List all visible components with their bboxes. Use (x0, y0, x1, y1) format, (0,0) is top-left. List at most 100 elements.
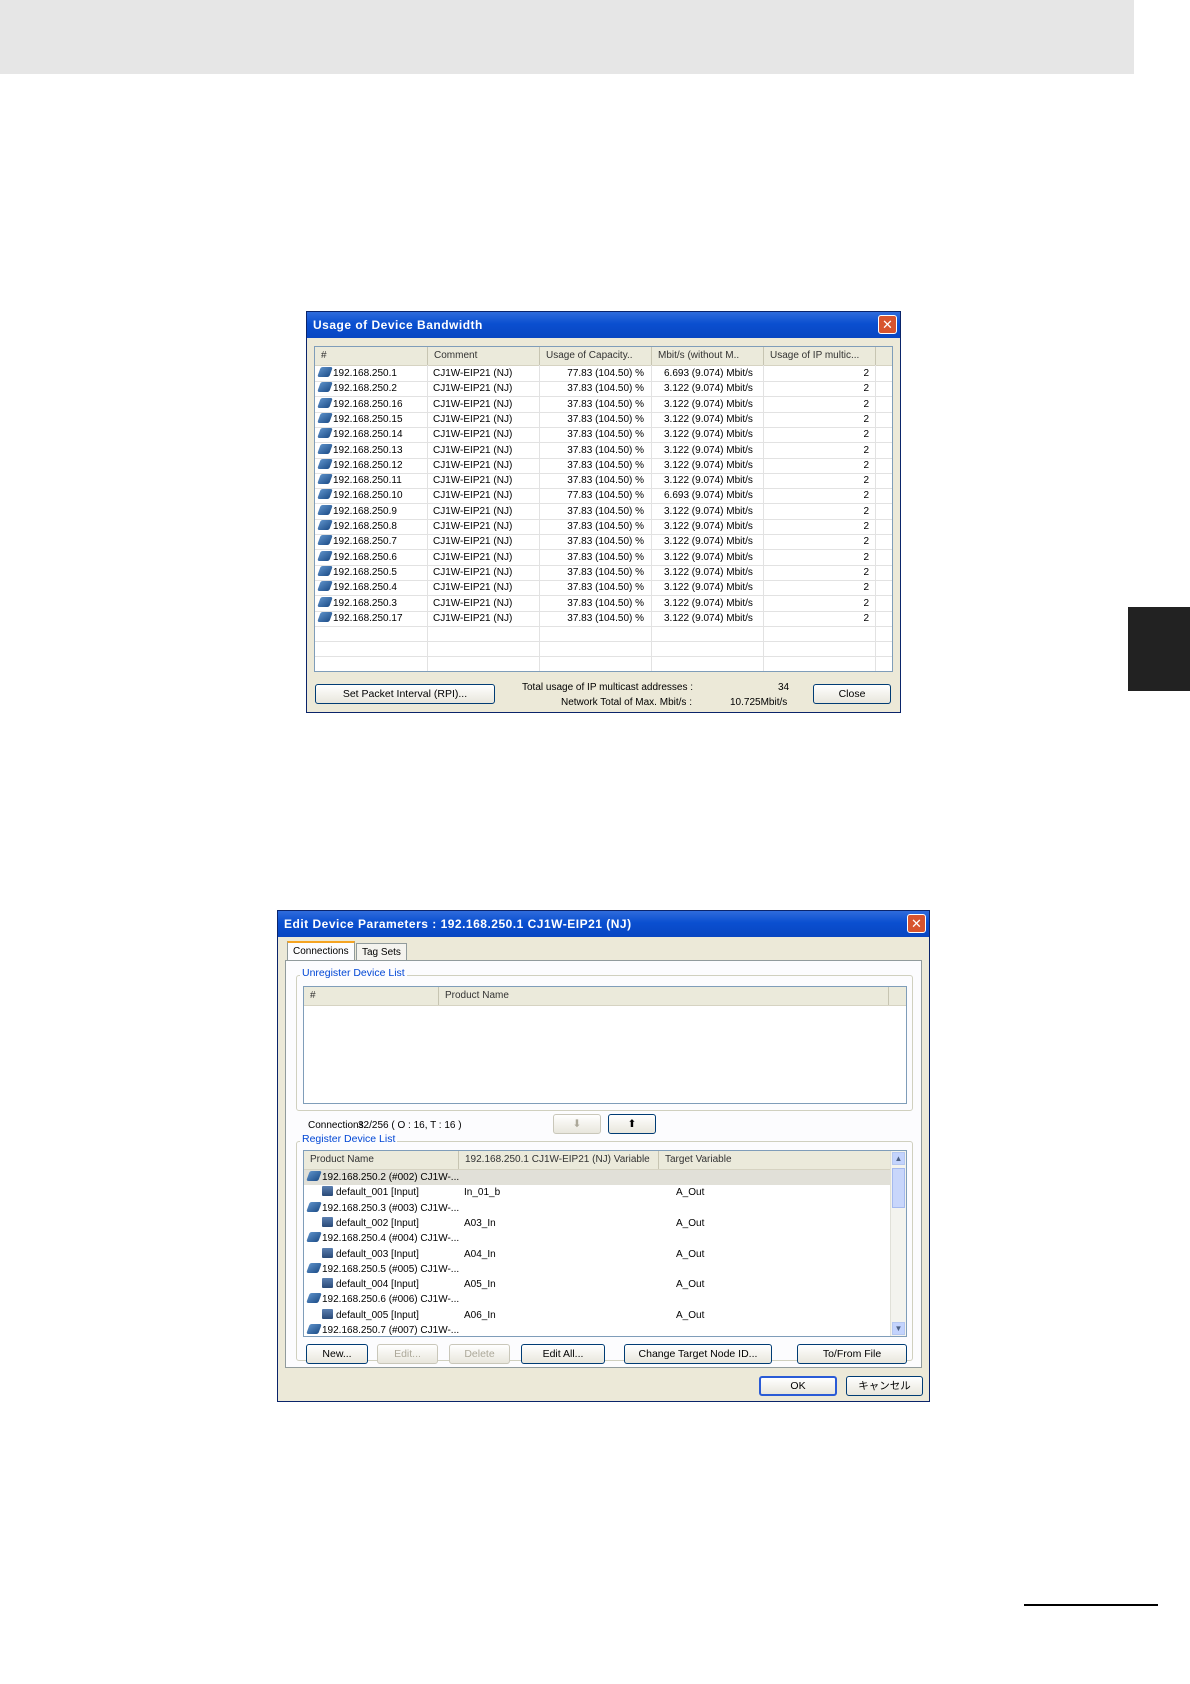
multicast-cell: 2 (863, 521, 869, 532)
col-number[interactable]: # (304, 987, 439, 1005)
tab-connections[interactable]: Connections (287, 941, 355, 961)
footer-rule (1024, 1604, 1158, 1606)
product-name-cell: 192.168.250.4 (#004) CJ1W-... (322, 1233, 460, 1245)
usage-cell: 37.83 (104.50) % (567, 398, 644, 410)
device-row[interactable]: 192.168.250.7 (#007) CJ1W-... (304, 1323, 890, 1336)
new-button[interactable]: New... (306, 1344, 368, 1364)
comment-cell: CJ1W-EIP21 (NJ) (433, 368, 513, 379)
usage-cell: 37.83 (104.50) % (567, 582, 644, 594)
tag-set-row[interactable]: default_002 [Input] A03_In A_Out (304, 1216, 890, 1231)
comment-cell: CJ1W-EIP21 (NJ) (433, 521, 513, 532)
table-row[interactable]: 192.168.250.16 CJ1W-EIP21 (NJ) 37.83 (104.… (315, 397, 892, 413)
usage-cell: 37.83 (104.50) % (567, 429, 644, 441)
device-icon (317, 520, 333, 530)
edit-device-dialog: Edit Device Parameters : 192.168.250.1 C… (277, 910, 930, 1402)
close-icon[interactable]: ✕ (878, 315, 897, 334)
change-target-node-button[interactable]: Change Target Node ID... (624, 1344, 772, 1364)
tab-tag-sets[interactable]: Tag Sets (356, 943, 407, 961)
comment-cell: CJ1W-EIP21 (NJ) (433, 536, 513, 548)
table-row[interactable]: 192.168.250.11 CJ1W-EIP21 (NJ) 37.83 (104.… (315, 473, 892, 490)
scroll-thumb[interactable] (892, 1168, 905, 1208)
multicast-cell: 2 (863, 398, 869, 410)
table-row[interactable]: 192.168.250.5 CJ1W-EIP21 (NJ) 37.83 (104.5… (315, 565, 892, 581)
scroll-up-icon[interactable]: ▲ (892, 1152, 905, 1165)
table-row[interactable]: 192.168.250.10 CJ1W-EIP21 (NJ) 77.83 (104.… (315, 488, 892, 505)
device-row[interactable]: 192.168.250.2 (#002) CJ1W-... (304, 1170, 890, 1185)
cancel-button[interactable]: キャンセル (846, 1376, 923, 1396)
set-packet-interval-button[interactable]: Set Packet Interval (RPI)... (315, 684, 495, 704)
table-row[interactable]: 192.168.250.13 CJ1W-EIP21 (NJ) 37.83 (104.… (315, 443, 892, 459)
tag-set-row[interactable]: default_005 [Input] A06_In A_Out (304, 1308, 890, 1323)
col-product-name[interactable]: Product Name (304, 1151, 459, 1169)
close-icon[interactable]: ✕ (907, 914, 926, 933)
col-comment[interactable]: Comment (428, 347, 540, 365)
multicast-cell: 2 (863, 597, 869, 609)
table-row[interactable]: 192.168.250.14 CJ1W-EIP21 (NJ) 37.83 (104.… (315, 427, 892, 444)
total-multicast-value: 34 (778, 682, 790, 693)
mbits-cell: 3.122 (9.074) Mbit/s (664, 551, 753, 563)
table-row[interactable]: 192.168.250.7 CJ1W-EIP21 (NJ) 37.83 (104.5… (315, 534, 892, 551)
tag-set-icon (322, 1278, 333, 1289)
table-row[interactable]: 192.168.250.9 CJ1W-EIP21 (NJ) 37.83 (104.5… (315, 504, 892, 520)
table-row (315, 657, 892, 671)
multicast-cell: 2 (863, 566, 869, 578)
table-row[interactable]: 192.168.250.4 CJ1W-EIP21 (NJ) 37.83 (104.5… (315, 580, 892, 597)
tag-set-row[interactable]: default_003 [Input] A04_In A_Out (304, 1247, 890, 1262)
edit-button[interactable]: Edit... (377, 1344, 438, 1364)
bandwidth-dialog: Usage of Device Bandwidth ✕ # Comment Us… (306, 311, 901, 713)
originator-variable-cell: A06_In (464, 1309, 496, 1321)
device-row[interactable]: 192.168.250.6 (#006) CJ1W-... (304, 1292, 890, 1307)
bandwidth-title: Usage of Device Bandwidth (307, 312, 900, 338)
ip-cell: 192.168.250.8 (333, 521, 397, 532)
col-target-variable[interactable]: Target Variable (659, 1151, 892, 1169)
move-down-button[interactable]: ⬇ (553, 1114, 601, 1134)
col-usage-capacity[interactable]: Usage of Capacity.. (540, 347, 652, 365)
col-product-name[interactable]: Product Name (439, 987, 889, 1005)
device-icon (317, 565, 333, 576)
table-row[interactable]: 192.168.250.17 CJ1W-EIP21 (NJ) 37.83 (104.… (315, 611, 892, 627)
table-row[interactable]: 192.168.250.1 CJ1W-EIP21 (NJ) 77.83 (104.5… (315, 366, 892, 382)
device-icon (317, 367, 333, 377)
close-button[interactable]: Close (813, 684, 891, 704)
register-table: Product Name 192.168.250.1 CJ1W-EIP21 (N… (303, 1150, 907, 1337)
col-number[interactable]: # (315, 347, 428, 365)
edit-all-button[interactable]: Edit All... (521, 1344, 605, 1364)
device-row[interactable]: 192.168.250.4 (#004) CJ1W-... (304, 1231, 890, 1246)
device-row[interactable]: 192.168.250.3 (#003) CJ1W-... (304, 1201, 890, 1216)
col-mbits[interactable]: Mbit/s (without M.. (652, 347, 764, 365)
table-row[interactable]: 192.168.250.3 CJ1W-EIP21 (NJ) 37.83 (104.5… (315, 596, 892, 612)
table-row[interactable]: 192.168.250.8 CJ1W-EIP21 (NJ) 37.83 (104.5… (315, 519, 892, 535)
scroll-down-icon[interactable]: ▼ (892, 1322, 905, 1335)
comment-cell: CJ1W-EIP21 (NJ) (433, 398, 513, 410)
tag-set-row[interactable]: default_001 [Input] In_01_b A_Out (304, 1185, 890, 1200)
tag-set-icon (322, 1308, 333, 1319)
ok-button[interactable]: OK (759, 1376, 837, 1396)
chapter-tab (1128, 607, 1190, 691)
multicast-cell: 2 (863, 612, 869, 624)
col-originator-variable[interactable]: 192.168.250.1 CJ1W-EIP21 (NJ) Variable (459, 1151, 659, 1169)
mbits-cell: 6.693 (9.074) Mbit/s (664, 490, 753, 502)
mbits-cell: 6.693 (9.074) Mbit/s (664, 368, 753, 379)
device-icon (306, 1262, 322, 1273)
col-ip-multicast[interactable]: Usage of IP multic... (764, 347, 876, 365)
multicast-cell: 2 (863, 368, 869, 379)
table-row[interactable]: 192.168.250.2 CJ1W-EIP21 (NJ) 37.83 (104.5… (315, 381, 892, 398)
register-scrollbar[interactable]: ▲ ▼ (890, 1151, 906, 1336)
tag-set-row[interactable]: default_004 [Input] A05_In A_Out (304, 1277, 890, 1292)
to-from-file-button[interactable]: To/From File (797, 1344, 907, 1364)
device-row[interactable]: 192.168.250.5 (#005) CJ1W-... (304, 1262, 890, 1277)
table-row[interactable]: 192.168.250.6 CJ1W-EIP21 (NJ) 37.83 (104.5… (315, 550, 892, 566)
ip-cell: 192.168.250.1 (333, 368, 397, 379)
connections-value: 32/256 ( O : 16, T : 16 ) (358, 1120, 462, 1131)
device-icon (317, 611, 333, 622)
usage-cell: 37.83 (104.50) % (567, 597, 644, 609)
usage-cell: 37.83 (104.50) % (567, 444, 644, 456)
product-name-cell: 192.168.250.3 (#003) CJ1W-... (322, 1202, 460, 1214)
table-row[interactable]: 192.168.250.12 CJ1W-EIP21 (NJ) 37.83 (104.… (315, 458, 892, 474)
device-icon (317, 550, 333, 561)
move-up-button[interactable]: ⬆ (608, 1114, 656, 1134)
device-icon (317, 428, 333, 439)
delete-button[interactable]: Delete (449, 1344, 510, 1364)
table-row[interactable]: 192.168.250.15 CJ1W-EIP21 (NJ) 37.83 (104.… (315, 412, 892, 428)
comment-cell: CJ1W-EIP21 (NJ) (433, 612, 513, 624)
